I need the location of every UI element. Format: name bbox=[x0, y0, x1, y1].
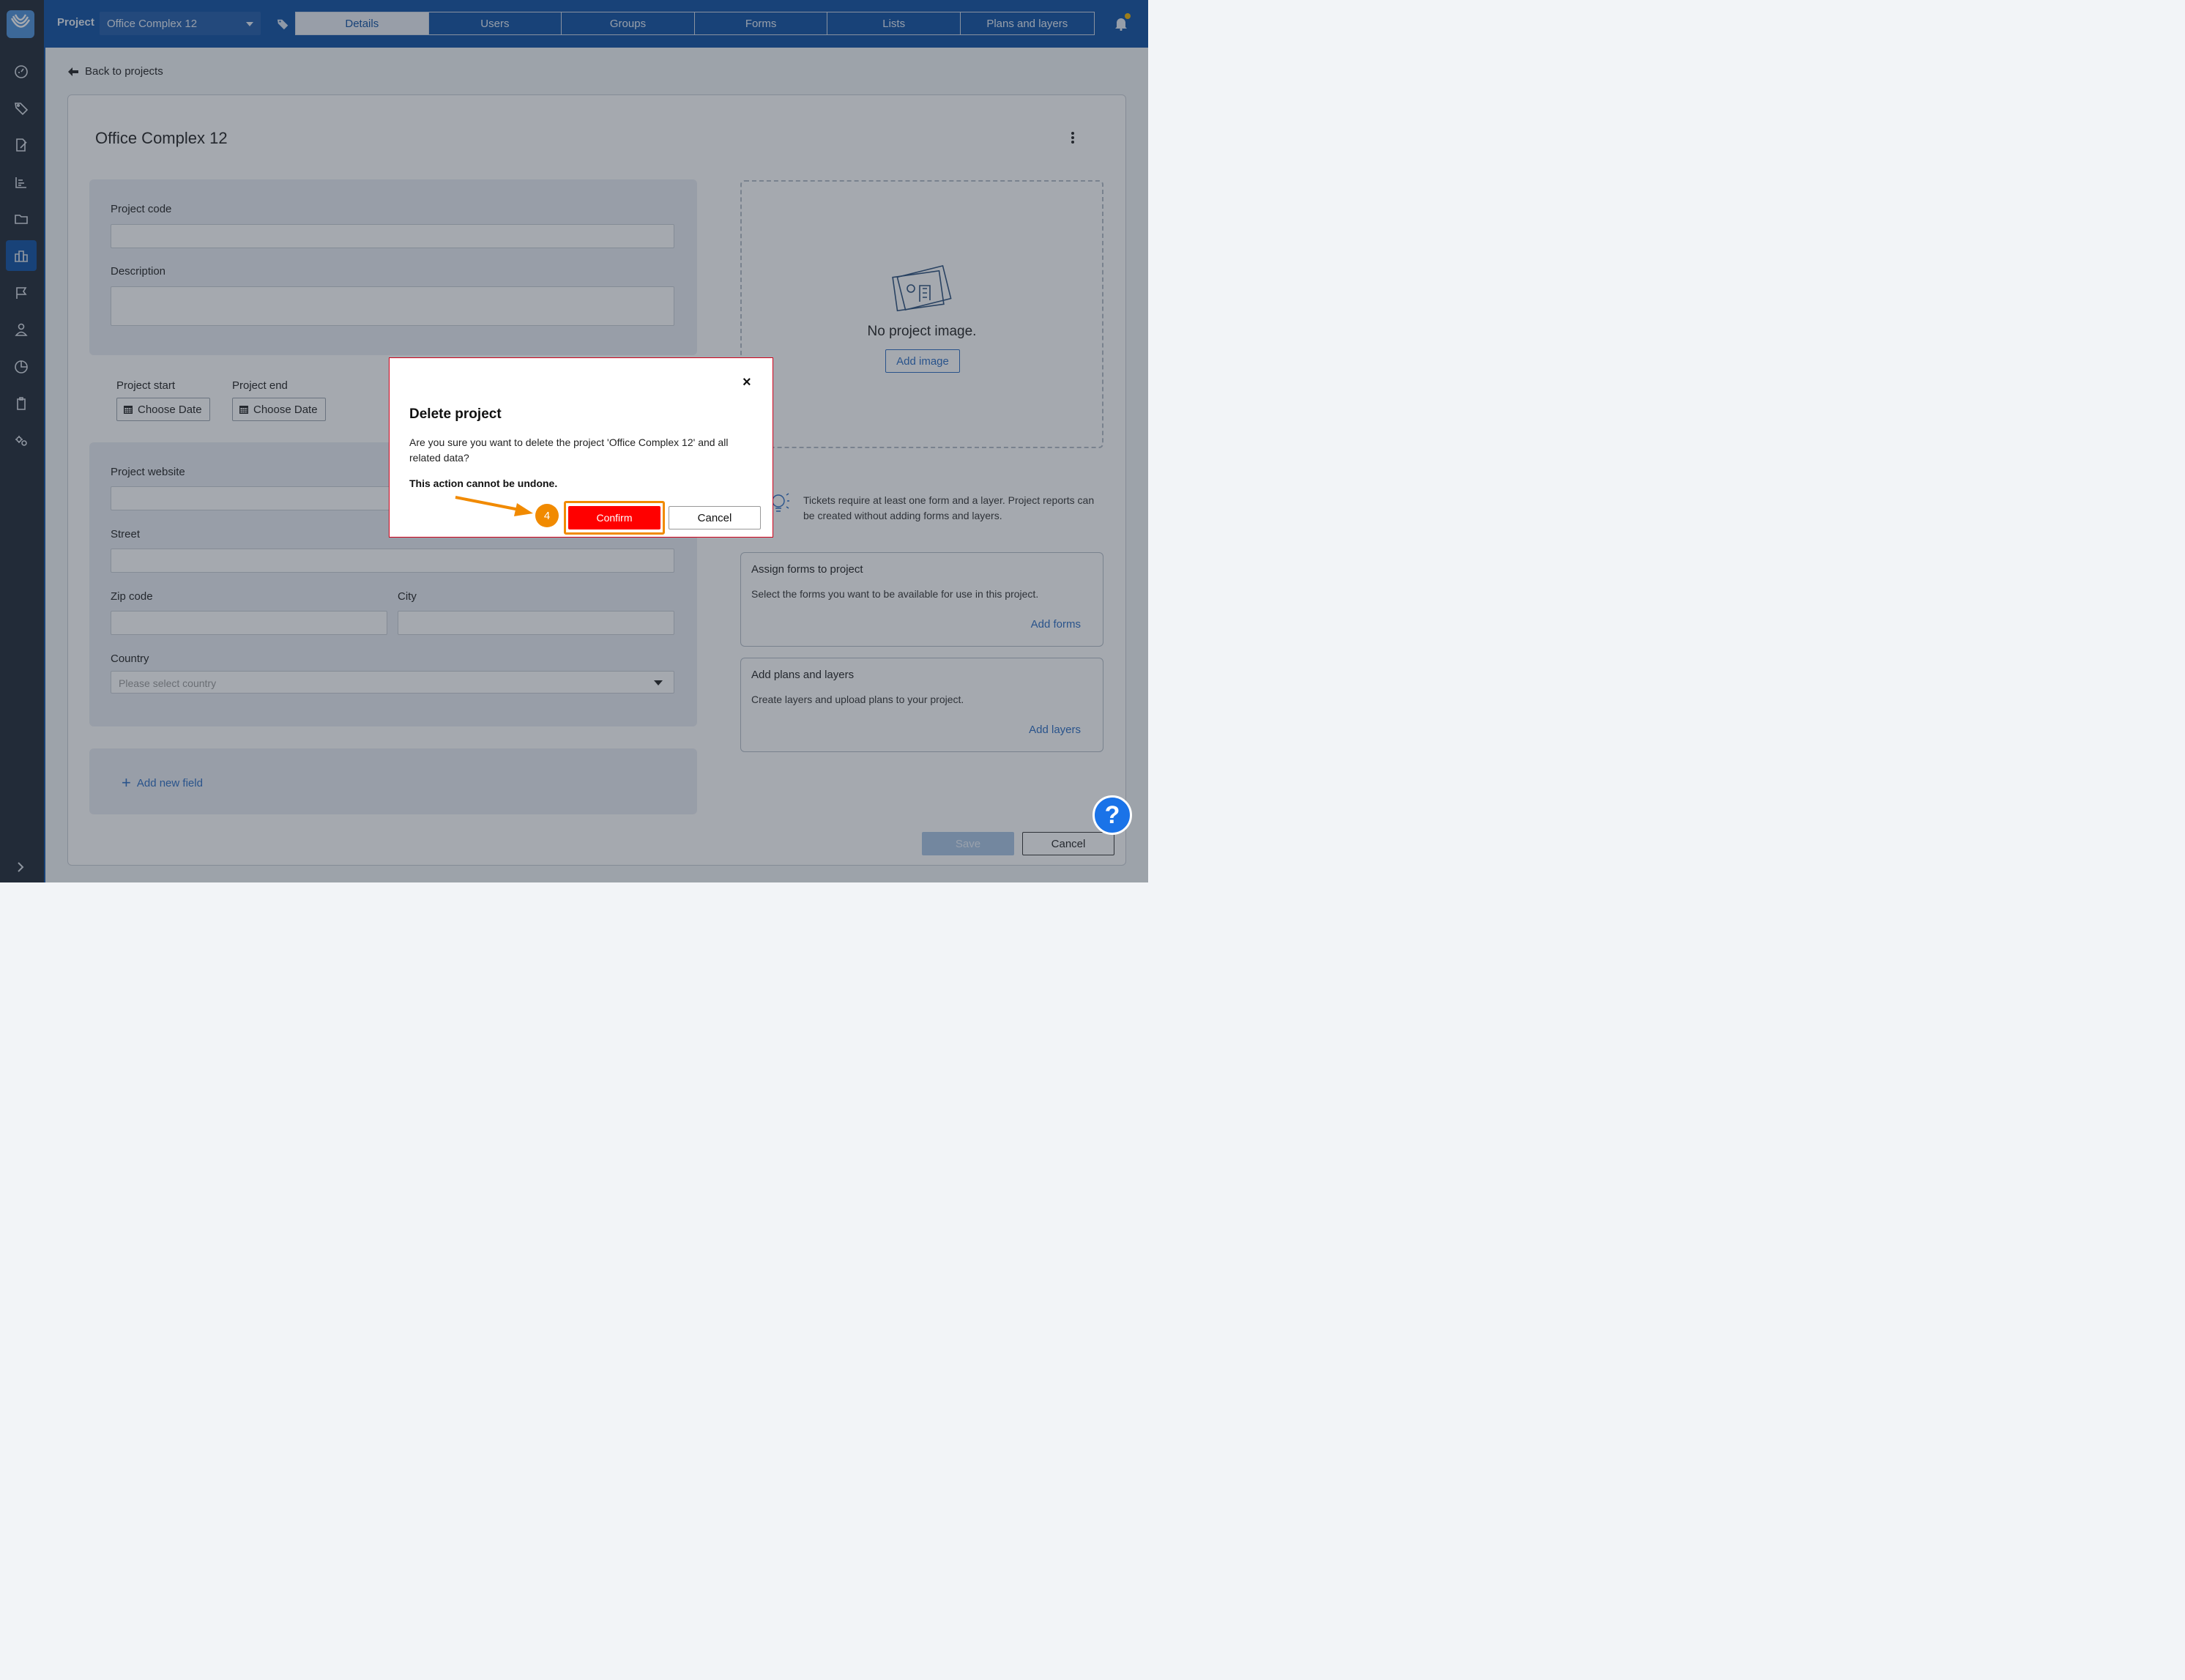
close-icon[interactable]: × bbox=[742, 374, 751, 391]
confirm-button[interactable]: Confirm bbox=[568, 506, 660, 529]
help-button[interactable]: ? bbox=[1092, 795, 1132, 835]
dialog-title: Delete project bbox=[409, 406, 502, 422]
arrow-annotation-icon bbox=[455, 496, 533, 516]
step-badge: 4 bbox=[535, 504, 559, 527]
delete-project-dialog: × Delete project Are you sure you want t… bbox=[389, 357, 773, 538]
dialog-message: Are you sure you want to delete the proj… bbox=[409, 436, 729, 464]
dialog-cancel-button[interactable]: Cancel bbox=[669, 506, 761, 529]
dialog-warning: This action cannot be undone. bbox=[409, 477, 558, 489]
